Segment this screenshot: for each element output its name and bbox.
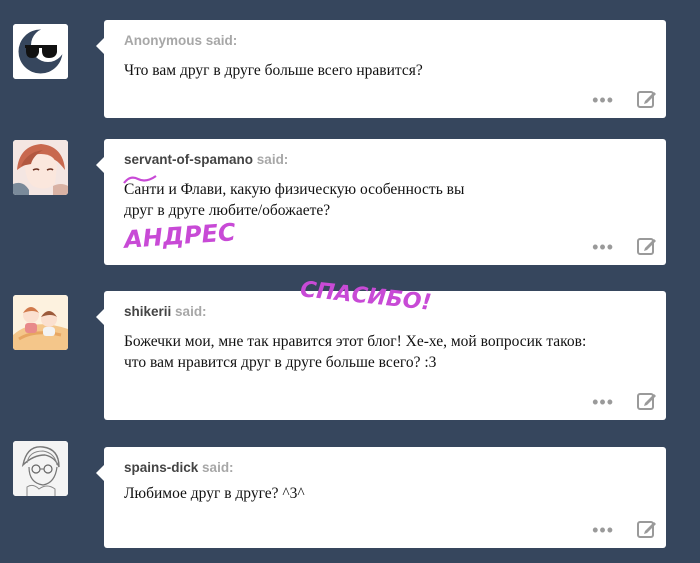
avatar-portrait-icon — [13, 140, 68, 195]
ask-card: spains-dick said: Любимое друг в друге? … — [96, 447, 666, 548]
asker-name[interactable]: spains-dick said: — [124, 460, 234, 475]
asker-name[interactable]: servant-of-spamano said: — [124, 152, 288, 167]
avatar-sketch-icon — [13, 441, 68, 496]
avatar-characters-icon — [13, 295, 68, 350]
question-text: Санти и Флави, какую физическую особенно… — [124, 181, 465, 219]
more-options-button[interactable]: ••• — [592, 521, 614, 539]
user-avatar[interactable] — [13, 295, 68, 350]
question-text: Что вам друг в друге больше всего нравит… — [124, 62, 423, 79]
anonymous-sunglasses-icon — [13, 24, 68, 79]
question-text: Божечки мои, мне так нравится этот блог!… — [124, 333, 587, 371]
asker-name[interactable]: Anonymous said: — [124, 33, 237, 48]
edit-button[interactable] — [636, 518, 658, 540]
edit-strike-mark — [123, 175, 157, 184]
more-options-button[interactable]: ••• — [592, 91, 614, 109]
edit-button[interactable] — [636, 390, 658, 412]
edit-icon — [637, 238, 656, 255]
asker-name[interactable]: shikerii said: — [124, 304, 207, 319]
question-text: Любимое друг в друге? ^3^ — [124, 485, 305, 502]
edit-button[interactable] — [636, 88, 658, 110]
user-avatar[interactable] — [13, 441, 68, 496]
edit-icon — [637, 393, 656, 410]
edit-icon — [637, 521, 656, 538]
ask-card: Anonymous said: Что вам друг в друге бол… — [96, 20, 666, 118]
edit-icon — [637, 91, 656, 108]
anonymous-avatar[interactable] — [13, 24, 68, 79]
edit-button[interactable] — [636, 235, 658, 257]
more-options-button[interactable]: ••• — [592, 238, 614, 256]
more-options-button[interactable]: ••• — [592, 393, 614, 411]
user-avatar[interactable] — [13, 140, 68, 195]
